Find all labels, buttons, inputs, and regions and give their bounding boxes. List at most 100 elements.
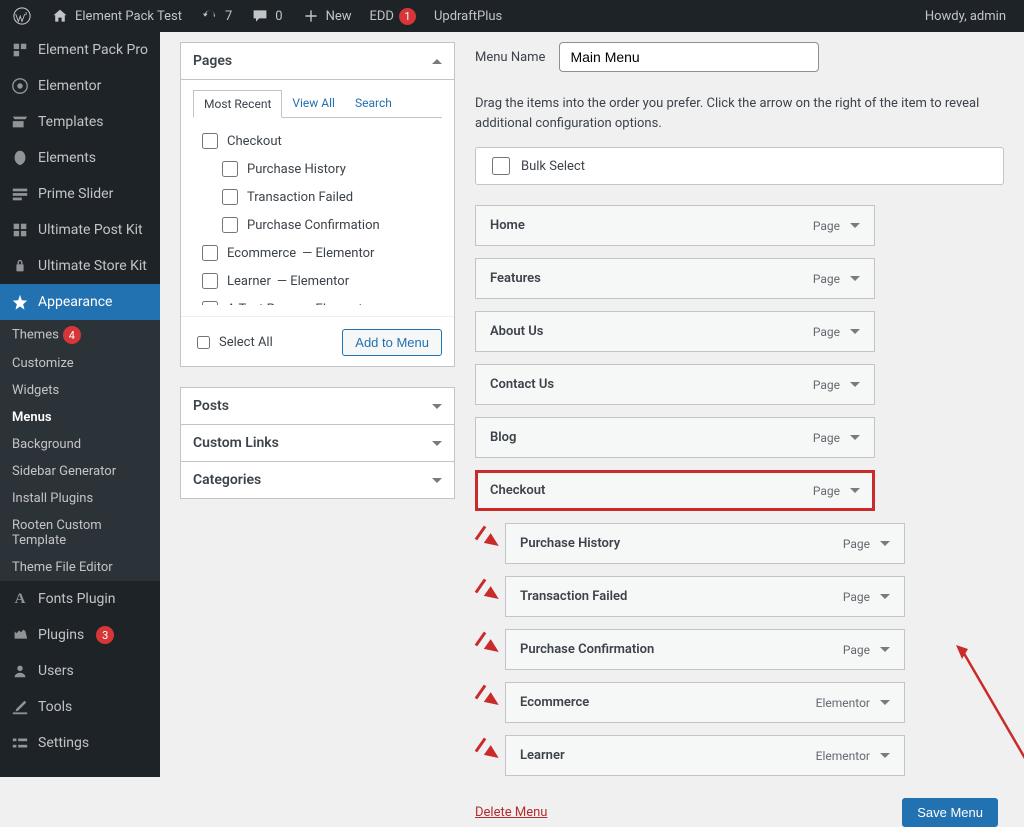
expand-caret-icon[interactable] bbox=[850, 435, 860, 440]
nav-tools[interactable]: Tools bbox=[0, 689, 160, 725]
expand-caret-icon[interactable] bbox=[880, 753, 890, 758]
tab-search[interactable]: Search bbox=[345, 90, 402, 117]
menu-name-input[interactable] bbox=[559, 42, 819, 72]
tab-most-recent[interactable]: Most Recent bbox=[193, 90, 282, 118]
new-item[interactable]: New bbox=[297, 6, 356, 26]
submenu-menus[interactable]: Menus bbox=[0, 404, 160, 431]
menu-item-type: Page bbox=[813, 219, 840, 233]
menu-item[interactable]: Contact Us Page bbox=[475, 364, 875, 405]
menu-item[interactable]: LearnerElementor bbox=[505, 735, 905, 776]
menu-item-meta: Page bbox=[813, 378, 860, 392]
menu-item-label: Contact Us bbox=[490, 377, 554, 392]
nav-prime-slider[interactable]: Prime Slider bbox=[0, 176, 160, 212]
submenu-customize[interactable]: Customize bbox=[0, 350, 160, 377]
menu-item-row: HomePage bbox=[475, 205, 1004, 246]
metabox-header[interactable]: Custom Links bbox=[181, 425, 454, 461]
menu-item-row: Purchase ConfirmationPage bbox=[475, 629, 1004, 670]
menu-item-row: About UsPage bbox=[475, 311, 1004, 352]
menu-item[interactable]: FeaturesPage bbox=[475, 258, 875, 299]
pages-list[interactable]: CheckoutPurchase HistoryTransaction Fail… bbox=[193, 126, 442, 306]
submenu-theme-file-editor[interactable]: Theme File Editor bbox=[0, 554, 160, 581]
nav-templates[interactable]: Templates bbox=[0, 104, 160, 140]
tab-view-all[interactable]: View All bbox=[282, 90, 345, 117]
page-item[interactable]: Checkout bbox=[194, 127, 441, 155]
menu-item[interactable]: Purchase HistoryPage bbox=[505, 523, 905, 564]
expand-caret-icon[interactable] bbox=[850, 488, 860, 493]
nav-settings[interactable]: Settings bbox=[0, 725, 160, 761]
admin-sidebar: Element Pack ProElementorTemplatesElemen… bbox=[0, 32, 160, 777]
nav-users[interactable]: Users bbox=[0, 653, 160, 689]
submenu-sidebar-generator[interactable]: Sidebar Generator bbox=[0, 458, 160, 485]
nav-appearance[interactable]: Appearance bbox=[0, 284, 160, 320]
nav-label: Plugins bbox=[38, 627, 84, 643]
expand-caret-icon[interactable] bbox=[880, 700, 890, 705]
comments-item[interactable]: 0 bbox=[246, 6, 286, 26]
page-item[interactable]: Transaction Failed bbox=[194, 183, 441, 211]
nav-ultimate-post-kit[interactable]: Ultimate Post Kit bbox=[0, 212, 160, 248]
bulk-select-toggle[interactable]: Bulk Select bbox=[475, 147, 1004, 185]
nav-label: Settings bbox=[38, 735, 89, 751]
nav-element-pack-pro[interactable]: Element Pack Pro bbox=[0, 32, 160, 68]
menu-item[interactable]: BlogPage bbox=[475, 417, 875, 458]
nav-fonts-plugin[interactable]: AFonts Plugin bbox=[0, 581, 160, 617]
menu-item-type: Elementor bbox=[816, 696, 870, 710]
metabox-pages-header[interactable]: Pages bbox=[181, 43, 454, 80]
nav-label: Ultimate Store Kit bbox=[38, 258, 147, 274]
page-item[interactable]: Purchase History bbox=[194, 155, 441, 183]
expand-caret-icon[interactable] bbox=[850, 223, 860, 228]
edd-item[interactable]: EDD 1 bbox=[366, 8, 420, 25]
page-item[interactable]: Learner — Elementor bbox=[194, 267, 441, 295]
add-to-menu-button[interactable]: Add to Menu bbox=[342, 329, 442, 356]
menu-item-type: Page bbox=[813, 431, 840, 445]
expand-caret-icon[interactable] bbox=[880, 647, 890, 652]
expand-caret-icon[interactable] bbox=[880, 541, 890, 546]
page-item[interactable]: A Test Page — Elementor bbox=[194, 295, 441, 306]
select-all-checkbox[interactable]: Select All bbox=[193, 333, 273, 352]
nav-plugins[interactable]: Plugins3 bbox=[0, 617, 160, 653]
updraft-item[interactable]: UpdraftPlus bbox=[430, 9, 506, 24]
page-item[interactable]: Ecommerce — Elementor bbox=[194, 239, 441, 267]
site-name[interactable]: Element Pack Test bbox=[46, 6, 186, 26]
updates-item[interactable]: 7 bbox=[196, 6, 236, 26]
menu-item-label: Features bbox=[490, 271, 541, 286]
menu-item[interactable]: Transaction FailedPage bbox=[505, 576, 905, 617]
wp-logo[interactable] bbox=[8, 6, 36, 26]
nav-ultimate-store-kit[interactable]: Ultimate Store Kit bbox=[0, 248, 160, 284]
expand-caret-icon[interactable] bbox=[880, 594, 890, 599]
howdy-item[interactable]: Howdy, admin bbox=[921, 9, 1010, 24]
metabox-header[interactable]: Categories bbox=[181, 462, 454, 498]
page-item-label: Purchase Confirmation bbox=[247, 218, 380, 233]
nav-icon bbox=[10, 76, 30, 96]
menu-item[interactable]: About UsPage bbox=[475, 311, 875, 352]
expand-caret-icon[interactable] bbox=[850, 382, 860, 387]
submenu-install-plugins[interactable]: Install Plugins bbox=[0, 485, 160, 512]
submenu-widgets[interactable]: Widgets bbox=[0, 377, 160, 404]
nav-elements[interactable]: Elements bbox=[0, 140, 160, 176]
page-item-suffix: — Elementor bbox=[302, 246, 374, 261]
menu-item[interactable]: EcommerceElementor bbox=[505, 682, 905, 723]
save-menu-button[interactable]: Save Menu bbox=[902, 798, 998, 827]
delete-menu-link[interactable]: Delete Menu bbox=[475, 805, 547, 820]
new-label: New bbox=[326, 9, 352, 24]
nav-elementor[interactable]: Elementor bbox=[0, 68, 160, 104]
expand-caret-icon[interactable] bbox=[850, 329, 860, 334]
expand-caret-icon[interactable] bbox=[850, 276, 860, 281]
menu-item[interactable]: HomePage bbox=[475, 205, 875, 246]
submenu-rooten-custom-template[interactable]: Rooten Custom Template bbox=[0, 512, 160, 554]
nav-icon bbox=[10, 256, 30, 276]
howdy-label: Howdy, admin bbox=[925, 9, 1006, 24]
submenu-themes[interactable]: Themes4 bbox=[0, 320, 160, 350]
nav-icon: A bbox=[10, 589, 30, 609]
menu-item-label: Checkout bbox=[490, 483, 545, 498]
submenu-background[interactable]: Background bbox=[0, 431, 160, 458]
menu-item-row: Contact Us Page bbox=[475, 364, 1004, 405]
nav-label: Tools bbox=[38, 699, 72, 715]
updraft-label: UpdraftPlus bbox=[434, 9, 502, 24]
badge: 4 bbox=[63, 326, 81, 344]
metabox-header[interactable]: Posts bbox=[181, 388, 454, 424]
menu-item[interactable]: CheckoutPage bbox=[475, 470, 875, 511]
menu-item-type: Page bbox=[813, 378, 840, 392]
page-item[interactable]: Purchase Confirmation bbox=[194, 211, 441, 239]
metabox-categories: Categories bbox=[180, 461, 455, 499]
menu-item[interactable]: Purchase ConfirmationPage bbox=[505, 629, 905, 670]
